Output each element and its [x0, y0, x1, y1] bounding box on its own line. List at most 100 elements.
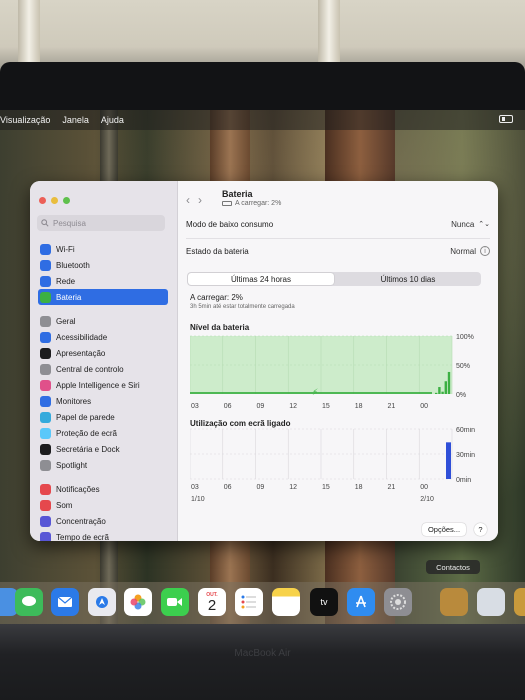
notes-icon[interactable]	[272, 588, 300, 616]
sidebar-item-label: Geral	[56, 316, 76, 326]
sidebar-item-label: Bluetooth	[56, 260, 90, 270]
facetime-icon[interactable]	[161, 588, 189, 616]
network-icon	[40, 275, 51, 287]
laptop-bottom-bezel	[0, 624, 525, 700]
sidebar-item-appearance[interactable]: Apresentação	[38, 345, 168, 361]
sidebar-item-screen-time[interactable]: Tempo de ecrã	[38, 529, 168, 541]
sound-icon	[40, 499, 51, 511]
battery-level-bar	[438, 387, 441, 394]
apple-tv-icon[interactable]: tv	[310, 588, 338, 616]
sidebar-item-notifications[interactable]: Notificações	[38, 481, 168, 497]
accessibility-icon	[40, 331, 51, 343]
dock-app-icon[interactable]	[514, 588, 525, 616]
menu-bar: Visualização Janela Ajuda	[0, 110, 525, 130]
help-button[interactable]: ?	[474, 523, 487, 536]
messages-icon[interactable]	[15, 588, 43, 616]
sidebar-item-battery[interactable]: Bateria	[38, 289, 168, 305]
minimize-window-icon[interactable]	[51, 197, 58, 204]
options-button[interactable]: Opções...	[422, 523, 466, 536]
x-tick-label: 06	[224, 403, 232, 410]
x-tick-label: 21	[388, 403, 396, 410]
dock-tooltip: Contactos	[426, 560, 480, 574]
y-tick-label: 50%	[456, 363, 470, 370]
sidebar-item-label: Som	[56, 500, 73, 510]
info-icon[interactable]: i	[480, 246, 490, 256]
sidebar-item-bluetooth[interactable]: Bluetooth	[38, 257, 168, 273]
x-tick-label: 18	[355, 403, 363, 410]
sidebar-item-wallpaper[interactable]: Papel de parede	[38, 409, 168, 425]
preview-icon[interactable]	[477, 588, 505, 616]
battery-health-status: Normal i	[450, 246, 490, 256]
search-input[interactable]: Pesquisa	[37, 215, 165, 231]
close-window-icon[interactable]	[39, 197, 46, 204]
mail-icon[interactable]	[51, 588, 79, 616]
zoom-window-icon[interactable]	[63, 197, 70, 204]
wall-post	[318, 0, 340, 66]
screen-time-icon	[40, 531, 51, 541]
sidebar-item-spotlight[interactable]: Spotlight	[38, 457, 168, 473]
menu-visualizacao[interactable]: Visualização	[0, 115, 50, 125]
divider	[186, 238, 490, 239]
photo-scene: Visualização Janela Ajuda Pesquisa Wi-Fi…	[0, 0, 525, 700]
x-tick-label: 15	[322, 403, 330, 410]
sidebar-item-network[interactable]: Rede	[38, 273, 168, 289]
menu-janela[interactable]: Janela	[62, 115, 89, 125]
battery-level-bar	[447, 371, 451, 394]
tab-last-10-days[interactable]: Últimos 10 dias	[335, 272, 481, 286]
contacts-icon[interactable]	[440, 588, 468, 616]
sidebar: Pesquisa Wi-Fi Bluetooth Rede Bateria Geral A…	[30, 181, 178, 541]
photos-icon[interactable]	[124, 588, 152, 616]
maps-icon[interactable]	[88, 588, 116, 616]
sidebar-item-screensaver[interactable]: Proteção de ecrã	[38, 425, 168, 441]
wall-post	[18, 0, 40, 66]
sidebar-item-accessibility[interactable]: Acessibilidade	[38, 329, 168, 345]
forward-chevron-icon[interactable]: ›	[198, 193, 210, 207]
pane-header: ‹› Bateria A carregar: 2%	[178, 187, 498, 213]
sidebar-item-display[interactable]: Monitores	[38, 393, 168, 409]
search-placeholder: Pesquisa	[53, 218, 86, 228]
system-settings-icon[interactable]	[384, 588, 412, 616]
display-icon	[40, 395, 51, 407]
sidebar-item-sound[interactable]: Som	[38, 497, 168, 513]
y-tick-label: 60min	[456, 427, 475, 434]
x-tick-label: 12	[289, 403, 297, 410]
charging-status: A carregar: 2%	[235, 200, 282, 207]
sidebar-item-wifi[interactable]: Wi-Fi	[38, 241, 168, 257]
menubar-battery-icon[interactable]	[499, 115, 513, 123]
page-title: Bateria	[222, 189, 253, 199]
page-subtitle: A carregar: 2%	[222, 200, 281, 207]
x-tick-label: 00	[420, 484, 428, 491]
x-tick-label: 03	[191, 403, 199, 410]
window-controls	[39, 197, 70, 204]
sidebar-item-control-center[interactable]: Central de controlo	[38, 361, 168, 377]
battery-health-row: Estado da bateria Normal i	[186, 240, 490, 262]
calendar-icon[interactable]: OUT. 2	[198, 588, 226, 616]
control-center-icon	[40, 363, 51, 375]
screen-usage-chart: 60min 30min 0min 03 06 09 12 15 18 21 00 1/10 2/10	[190, 427, 475, 503]
device-brand: MacBook Air	[234, 648, 291, 659]
sidebar-item-dock[interactable]: Secretária e Dock	[38, 441, 168, 457]
tab-last-24-hours[interactable]: Últimas 24 horas	[188, 273, 334, 285]
bluetooth-icon	[40, 259, 51, 271]
sidebar-item-label: Apple Intelligence e Siri	[56, 380, 140, 390]
appearance-icon	[40, 347, 51, 359]
sidebar-item-label: Monitores	[56, 396, 92, 406]
back-chevron-icon[interactable]: ‹	[186, 193, 198, 207]
low-power-value: Nunca	[451, 219, 475, 229]
low-power-select[interactable]: Nunca ⌃⌄	[451, 220, 490, 229]
charge-estimate: 3h 5min até estar totalmente carregada	[190, 304, 295, 310]
tv-label: tv	[320, 597, 328, 607]
settings-window: Pesquisa Wi-Fi Bluetooth Rede Bateria Geral A…	[30, 181, 498, 541]
reminders-icon[interactable]	[235, 588, 263, 616]
charge-status: A carregar: 2%	[190, 293, 243, 302]
sidebar-item-focus[interactable]: Concentração	[38, 513, 168, 529]
siri-icon	[40, 379, 51, 391]
search-icon	[41, 219, 49, 227]
app-store-icon[interactable]	[347, 588, 375, 616]
x-tick-label: 06	[224, 484, 232, 491]
sidebar-item-siri[interactable]: Apple Intelligence e Siri	[38, 377, 168, 393]
y-tick-label: 100%	[456, 334, 474, 341]
sidebar-item-gear[interactable]: Geral	[38, 313, 168, 329]
menu-ajuda[interactable]: Ajuda	[101, 115, 124, 125]
